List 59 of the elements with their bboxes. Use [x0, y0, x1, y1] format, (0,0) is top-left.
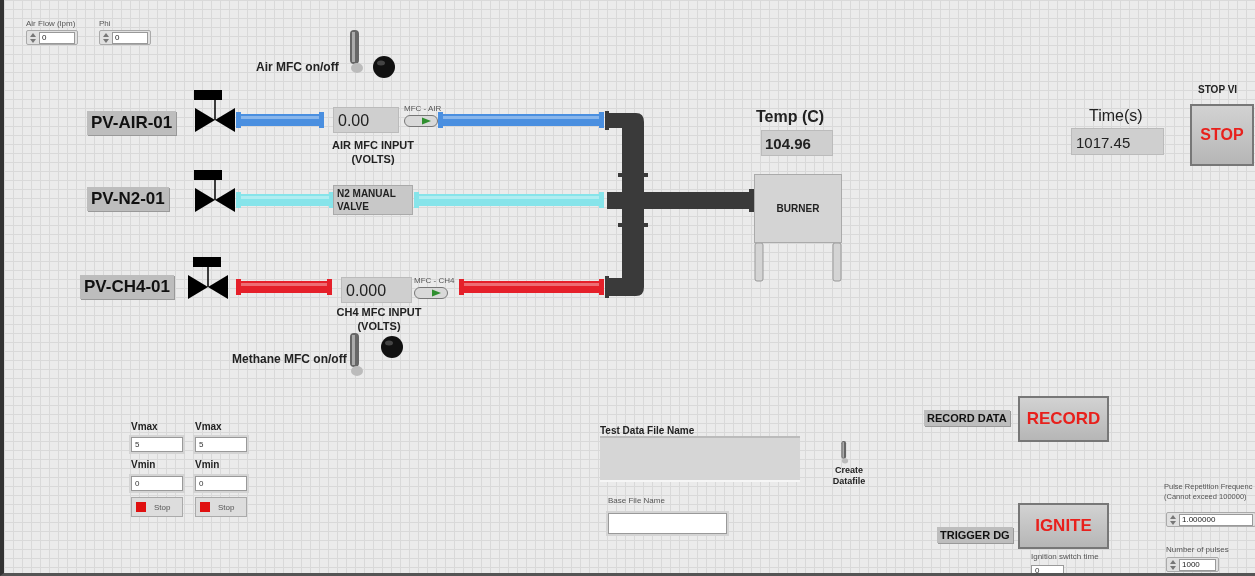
valve-icon: [194, 170, 235, 212]
toggle-switch[interactable]: [838, 440, 850, 464]
caption-label: CH4 MFC INPUT (VOLTS): [335, 305, 423, 333]
vmax-label: Vmax: [131, 421, 158, 432]
toggle-label: Air MFC on/off: [256, 60, 339, 74]
temperature-label: Temp (C): [756, 108, 825, 126]
spinner-icon[interactable]: [1169, 558, 1177, 571]
field-label: Base File Name: [608, 496, 665, 505]
burner-box: BURNER: [754, 174, 842, 243]
field-value: 0: [39, 31, 75, 44]
tag-label: PV-AIR-01: [87, 111, 177, 135]
valve-label: N2 MANUAL VALVE: [333, 185, 413, 215]
file-name-label: Test Data File Name: [600, 425, 695, 436]
control-label: Phi: [99, 19, 111, 28]
vmax-field[interactable]: 5: [131, 437, 183, 452]
valve-icon: [188, 257, 228, 299]
tag-label: PV-CH4-01: [80, 275, 174, 299]
temperature-display: 104.96: [761, 130, 833, 156]
tag-label: PV-N2-01: [87, 187, 169, 211]
numeric-field[interactable]: 0: [26, 30, 78, 45]
vmin-field[interactable]: 0: [195, 476, 247, 491]
time-display: 1017.45: [1071, 128, 1164, 155]
numeric-field[interactable]: 0: [99, 30, 151, 45]
numeric-field[interactable]: 1000: [1166, 557, 1219, 572]
led-icon: [200, 502, 210, 512]
field-label: Number of pulses: [1166, 545, 1229, 554]
reading-display: 0.000: [341, 277, 412, 303]
caption-label: AIR MFC INPUT (VOLTS): [331, 138, 415, 166]
vmax-label: Vmax: [195, 421, 222, 432]
led-icon: [136, 502, 146, 512]
numeric-field[interactable]: 1.000000: [1166, 512, 1255, 527]
spinner-icon[interactable]: [1169, 513, 1177, 526]
stop-button[interactable]: Stop: [131, 497, 183, 517]
spinner-icon[interactable]: [102, 31, 110, 44]
switch-button[interactable]: [404, 115, 438, 127]
field-value: 0: [112, 31, 148, 44]
spinner-icon[interactable]: [29, 31, 37, 44]
stop-label: STOP VI: [1198, 84, 1238, 95]
vmin-field[interactable]: 0: [131, 476, 183, 491]
valve-icon: [194, 90, 235, 132]
field-value: 1.000000: [1179, 513, 1253, 526]
control-label: Air Flow (lpm): [26, 19, 76, 28]
numeric-field[interactable]: 0: [1031, 565, 1064, 573]
trigger-label: TRIGGER DG: [937, 527, 1013, 543]
switch-label: MFC - AIR: [404, 104, 442, 113]
base-file-field[interactable]: [608, 513, 727, 534]
toggle-label: Methane MFC on/off: [232, 352, 347, 366]
toggle-label: Create Datafile: [832, 465, 866, 487]
vmax-field[interactable]: 5: [195, 437, 247, 452]
switch-label: MFC - CH4: [414, 276, 455, 285]
field-value: 1000: [1179, 558, 1216, 571]
vmin-label: Vmin: [131, 459, 156, 470]
vmin-label: Vmin: [195, 459, 220, 470]
field-label: Ignition switch time: [1031, 552, 1099, 561]
reading-display: 0.00: [333, 107, 399, 133]
switch-button[interactable]: [414, 287, 448, 299]
record-label: RECORD DATA: [924, 410, 1010, 426]
time-label: Time(s): [1089, 107, 1143, 125]
stop-button[interactable]: Stop: [195, 497, 247, 517]
